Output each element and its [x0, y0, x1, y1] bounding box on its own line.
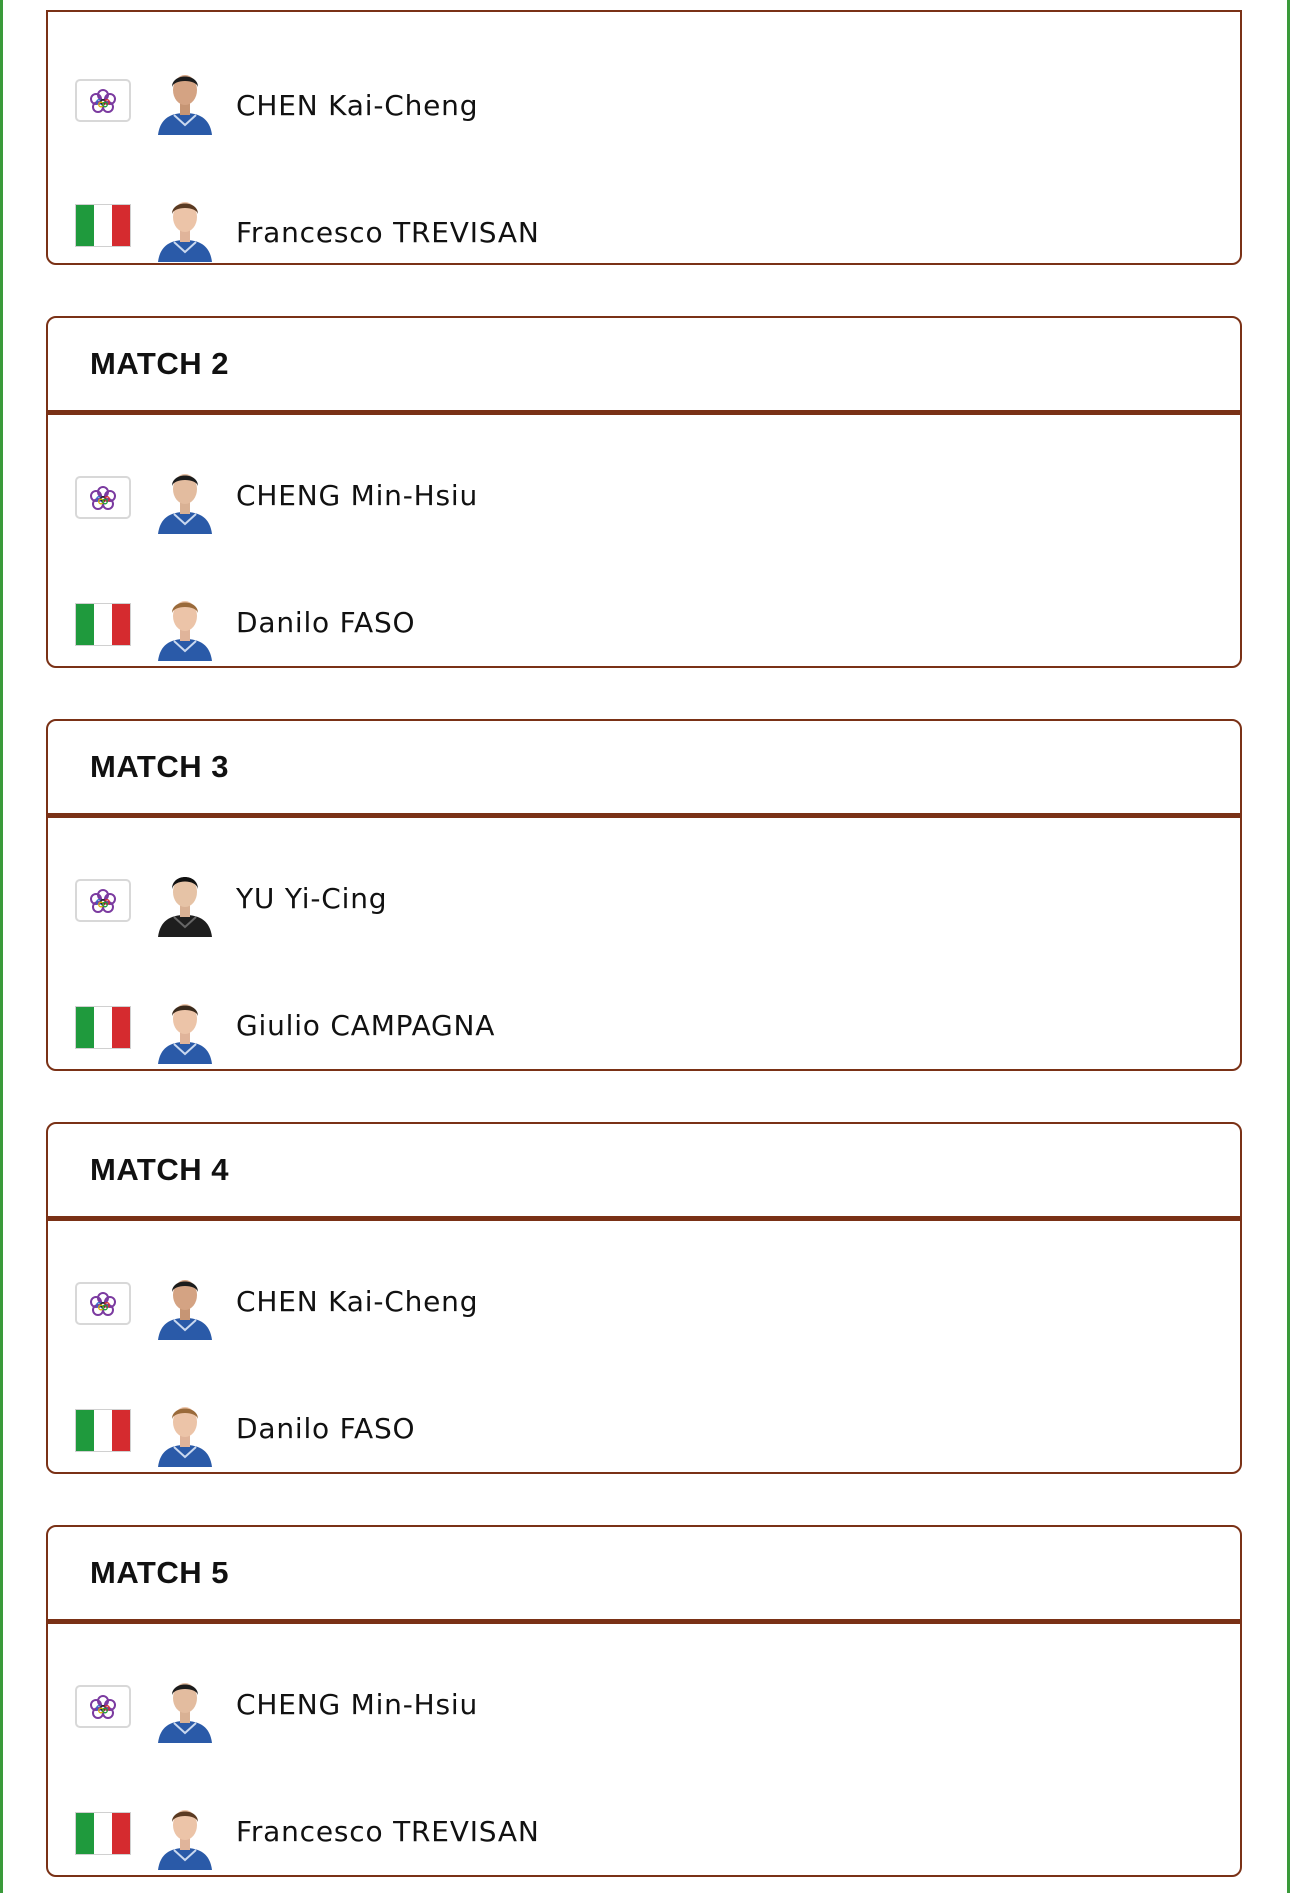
italy-flag-icon [75, 603, 131, 646]
chinese-taipei-flag-icon [75, 476, 131, 519]
match-title: MATCH 2 [90, 346, 229, 381]
match-body: YU Yi-Cing Giulio CAMPAGNA [48, 818, 1240, 1069]
player-name: CHEN Kai-Cheng [236, 89, 479, 122]
match-header: MATCH 4 [48, 1124, 1240, 1221]
player-row-home[interactable]: CHEN Kai-Cheng [48, 1264, 1240, 1344]
match-body: CHENG Min-Hsiu Francesco TREVISAN [48, 1624, 1240, 1875]
page-edge-left [0, 0, 3, 1893]
match-header: MATCH 3 [48, 721, 1240, 818]
match-body: CHENG Min-Hsiu Danilo FASO [48, 415, 1240, 666]
player-name: YU Yi-Cing [236, 882, 388, 915]
match-card-4[interactable]: MATCH 4 CHEN Kai-Cheng Danilo FASO [46, 1122, 1242, 1474]
player-name: Francesco TREVISAN [236, 1815, 540, 1848]
player-avatar [156, 992, 214, 1064]
italy-flag-icon [75, 1006, 131, 1049]
match-card-3[interactable]: MATCH 3 YU Yi-Cing Giulio CAMPAGNA [46, 719, 1242, 1071]
player-row-away[interactable]: Danilo FASO [48, 1391, 1240, 1471]
player-row-away[interactable]: Giulio CAMPAGNA [48, 988, 1240, 1068]
player-row-away[interactable]: Danilo FASO [48, 585, 1240, 665]
match-body: CHEN Kai-Cheng Danilo FASO [48, 1221, 1240, 1472]
match-header: MATCH 5 [48, 1527, 1240, 1624]
chinese-taipei-flag-icon [75, 879, 131, 922]
player-name: Danilo FASO [236, 606, 416, 639]
player-avatar [156, 1395, 214, 1467]
player-name: Giulio CAMPAGNA [236, 1009, 496, 1042]
player-avatar [156, 190, 214, 262]
match-title: MATCH 4 [90, 1152, 229, 1187]
player-avatar [156, 1268, 214, 1340]
match-title: MATCH 5 [90, 1555, 229, 1590]
player-row-home[interactable]: CHEN Kai-Cheng [48, 59, 1240, 139]
match-card-1[interactable]: CHEN Kai-Cheng Francesco TREVISAN [46, 10, 1242, 265]
player-name: Francesco TREVISAN [236, 216, 540, 249]
match-body: CHEN Kai-Cheng Francesco TREVISAN [48, 12, 1240, 263]
player-name: Danilo FASO [236, 1412, 416, 1445]
player-row-away[interactable]: Francesco TREVISAN [48, 186, 1240, 263]
player-avatar [156, 865, 214, 937]
chinese-taipei-flag-icon [75, 1282, 131, 1325]
player-avatar [156, 589, 214, 661]
player-row-home[interactable]: CHENG Min-Hsiu [48, 458, 1240, 538]
player-avatar [156, 1798, 214, 1870]
italy-flag-icon [75, 204, 131, 247]
player-name: CHENG Min-Hsiu [236, 1688, 478, 1721]
player-name: CHEN Kai-Cheng [236, 1285, 479, 1318]
match-card-2[interactable]: MATCH 2 CHENG Min-Hsiu Danilo FASO [46, 316, 1242, 668]
player-avatar [156, 63, 214, 135]
player-row-away[interactable]: Francesco TREVISAN [48, 1794, 1240, 1874]
player-row-home[interactable]: CHENG Min-Hsiu [48, 1667, 1240, 1747]
player-avatar [156, 462, 214, 534]
chinese-taipei-flag-icon [75, 1685, 131, 1728]
italy-flag-icon [75, 1409, 131, 1452]
match-card-5[interactable]: MATCH 5 CHENG Min-Hsiu Francesco TREVISA… [46, 1525, 1242, 1877]
player-avatar [156, 1671, 214, 1743]
player-row-home[interactable]: YU Yi-Cing [48, 861, 1240, 941]
match-title: MATCH 3 [90, 749, 229, 784]
match-header: MATCH 2 [48, 318, 1240, 415]
player-name: CHENG Min-Hsiu [236, 479, 478, 512]
italy-flag-icon [75, 1812, 131, 1855]
chinese-taipei-flag-icon [75, 79, 131, 122]
